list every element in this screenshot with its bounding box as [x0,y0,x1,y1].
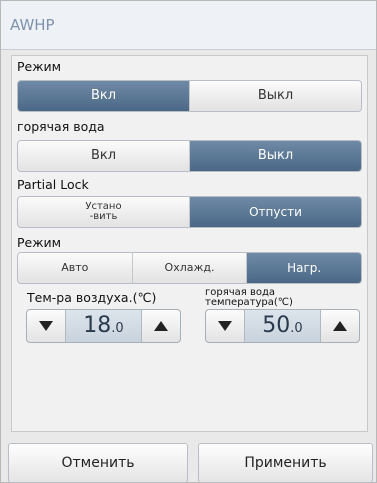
power-off-button[interactable]: Выкл [190,81,361,111]
mode-auto-button[interactable]: Авто [18,253,133,283]
water-temp-int: 50 [262,313,291,338]
title-bar: AWHP [1,1,376,50]
cancel-button[interactable]: Отменить [8,443,188,483]
air-temp-stepper: 18.0 [26,309,181,343]
mode-cool-button[interactable]: Охлажд. [132,253,248,283]
power-on-button[interactable]: Вкл [18,81,190,111]
air-temp-decrease-button[interactable] [27,310,65,342]
water-temp-increase-button[interactable] [321,310,359,342]
operation-mode-selector: Авто Охлажд. Нагр. [17,252,362,284]
water-temp-decrease-button[interactable] [206,310,244,342]
hot-water-off-button[interactable]: Выкл [190,141,361,171]
power-toggle: Вкл Выкл [17,80,362,112]
awhp-dialog: AWHP Режим Вкл Выкл горячая вода Вкл Вык… [0,0,377,483]
lock-set-line2: -вить [89,211,118,222]
partial-lock-label: Partial Lock [17,177,89,192]
air-temp-dec: .0 [111,321,124,336]
arrow-up-icon [154,321,168,331]
air-temp-increase-button[interactable] [142,310,180,342]
water-temp-dec: .0 [290,321,303,336]
hot-water-toggle: Вкл Выкл [17,140,362,172]
lock-release-button[interactable]: Отпусти [190,197,361,227]
apply-button[interactable]: Применить [198,443,373,483]
water-temp-label: горячая вода температура(℃) [205,288,293,308]
arrow-up-icon [333,321,347,331]
mode-heat-button[interactable]: Нагр. [247,253,361,283]
water-temp-label-line2: температура(℃) [205,297,293,308]
air-temp-int: 18 [83,313,112,338]
mode-label: Режим [17,59,62,74]
arrow-down-icon [218,321,232,331]
partial-lock-toggle: Устано -вить Отпусти [17,196,362,228]
water-temp-stepper: 50.0 [205,309,360,343]
arrow-down-icon [39,321,53,331]
air-temp-value: 18.0 [65,310,142,342]
hot-water-on-button[interactable]: Вкл [18,141,190,171]
operation-mode-label: Режим [17,235,62,250]
hot-water-label: горячая вода [17,119,105,134]
air-temp-label: Тем-ра воздуха.(℃) [27,290,157,305]
lock-set-button[interactable]: Устано -вить [18,197,190,227]
water-temp-value: 50.0 [244,310,321,342]
window-title: AWHP [10,16,55,34]
